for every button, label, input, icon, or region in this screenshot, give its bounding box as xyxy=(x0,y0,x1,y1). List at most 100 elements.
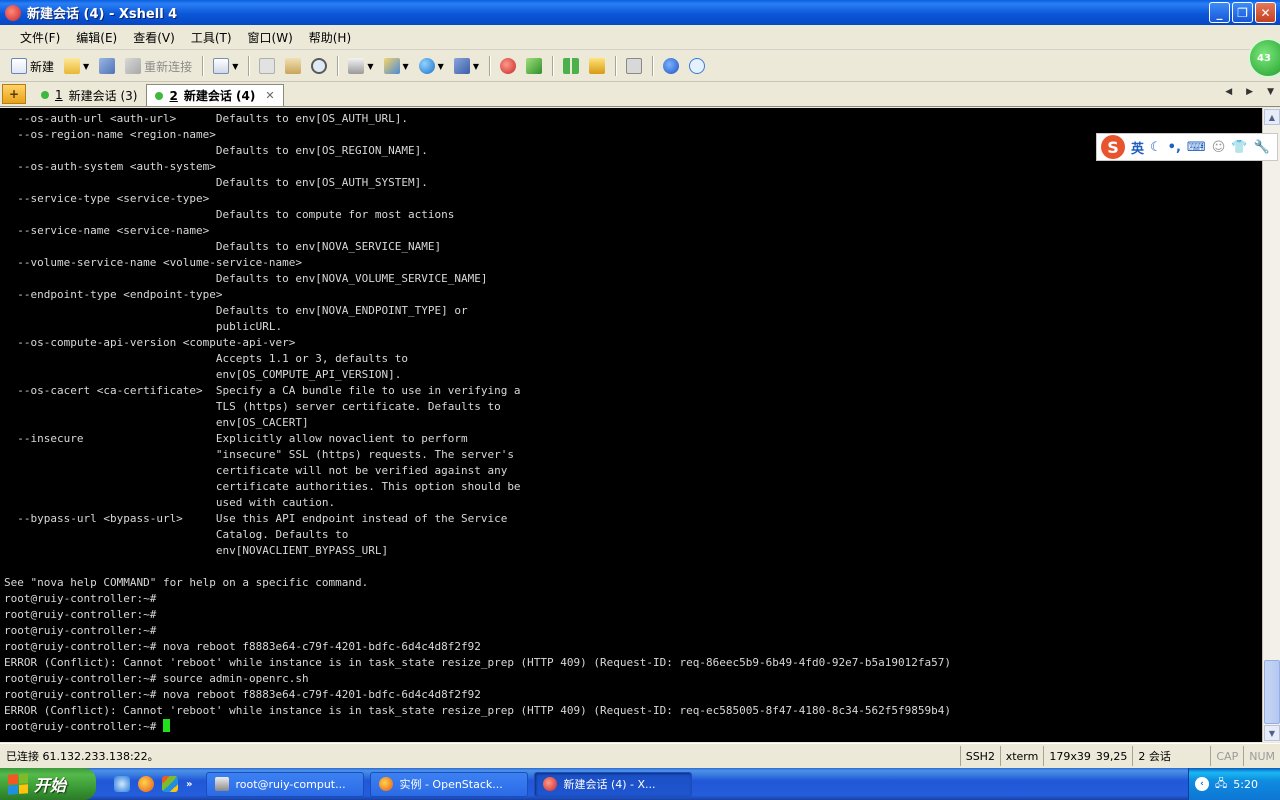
print-button[interactable]: ▼ xyxy=(345,54,376,78)
terminal-line: ERROR (Conflict): Cannot 'reboot' while … xyxy=(4,704,952,717)
new-session-button[interactable]: 新建 xyxy=(8,54,57,78)
tab-number: 2 xyxy=(169,88,178,103)
menu-edit[interactable]: 编辑(E) xyxy=(68,29,125,46)
network-tray-icon[interactable]: 🖧 xyxy=(1215,775,1227,794)
chevron-down-icon: ▼ xyxy=(367,61,374,71)
wrench-icon[interactable]: 🔧 xyxy=(1253,140,1269,155)
xshell-app-icon[interactable] xyxy=(5,4,21,21)
network-badge[interactable]: 43 xyxy=(1248,38,1280,78)
firefox-icon[interactable] xyxy=(138,776,154,792)
menu-view[interactable]: 查看(V) xyxy=(125,29,183,46)
status-bar: 已连接 61.132.233.138:22。 SSH2 xterm 179x39… xyxy=(0,743,1280,768)
terminal-line: --service-type <service-type> xyxy=(4,192,210,205)
start-button[interactable]: 开始 xyxy=(0,768,96,800)
find-button[interactable] xyxy=(308,54,330,78)
font-button[interactable]: ▼ xyxy=(451,54,482,78)
windows-media-icon[interactable] xyxy=(162,776,178,792)
terminal-app-icon xyxy=(215,777,230,791)
terminal-output[interactable]: --os-auth-url <auth-url> Defaults to env… xyxy=(0,108,1262,742)
terminal-line: certificate authorities. This option sho… xyxy=(4,480,521,493)
keyboard-button[interactable] xyxy=(623,54,645,78)
quick-launch: » xyxy=(114,776,192,792)
terminal-line: used with caution. xyxy=(4,496,336,509)
task-firefox[interactable]: 实例 - OpenStack... xyxy=(370,771,529,797)
link-icon xyxy=(99,58,116,74)
terminal-line: root@ruiy-controller:~# xyxy=(4,608,157,621)
tab-session-3[interactable]: 1 新建会话 (3) xyxy=(32,84,146,106)
chevron-down-icon: ▼ xyxy=(472,61,479,71)
tab-next-icon[interactable]: ▶ xyxy=(1246,87,1253,97)
tab-session-4[interactable]: 2 新建会话 (4) ✕ xyxy=(146,84,284,106)
search-icon xyxy=(311,58,328,74)
terminal-line: Catalog. Defaults to xyxy=(4,528,349,541)
tab-prev-icon[interactable]: ◀ xyxy=(1225,87,1232,97)
printer-icon xyxy=(348,58,365,74)
restore-button[interactable]: ❐ xyxy=(1232,2,1253,23)
terminal-line: --volume-service-name <volume-service-na… xyxy=(4,256,303,269)
skin-icon[interactable]: 👕 xyxy=(1231,140,1247,155)
terminal-line: "insecure" SSL (https) requests. The ser… xyxy=(4,448,514,461)
scrollbar-thumb[interactable] xyxy=(1264,660,1280,724)
encoding-button[interactable]: ▼ xyxy=(416,54,447,78)
moon-icon[interactable]: ☾ xyxy=(1150,140,1162,155)
menu-window[interactable]: 窗口(W) xyxy=(240,29,301,46)
reconnect-button[interactable]: 重新连接 xyxy=(122,54,195,78)
terminal-line: See "nova help COMMAND" for help on a sp… xyxy=(4,576,369,589)
sogou-logo-icon[interactable]: S xyxy=(1101,135,1125,159)
toolbar-separator xyxy=(614,56,616,76)
title-bar[interactable]: 新建会话 (4) - Xshell 4 _ ❐ ✕ xyxy=(0,0,1280,25)
menu-help[interactable]: 帮助(H) xyxy=(301,29,359,46)
xftp-button[interactable] xyxy=(497,54,519,78)
scroll-up-icon[interactable]: ▲ xyxy=(1264,109,1280,125)
paste-icon xyxy=(285,58,302,74)
clock[interactable]: 5:20 xyxy=(1233,778,1258,791)
properties-button[interactable]: ▼ xyxy=(210,54,241,78)
chevron-left-icon[interactable]: ‹ xyxy=(1195,777,1209,791)
terminal-prompt-line: root@ruiy-controller:~# xyxy=(4,719,1262,735)
paste-button[interactable] xyxy=(282,54,304,78)
tab-close-icon[interactable]: ✕ xyxy=(265,89,274,102)
layout-button[interactable] xyxy=(560,54,582,78)
chat-button[interactable] xyxy=(686,54,708,78)
terminal-scrollbar[interactable]: ▲ ▼ xyxy=(1262,108,1280,742)
terminal-cursor xyxy=(162,719,170,732)
terminal-line: env[OS_CACERT] xyxy=(4,416,309,429)
copy-button[interactable] xyxy=(256,54,278,78)
connected-status-icon xyxy=(155,91,164,100)
transfer-button[interactable]: ▼ xyxy=(381,54,412,78)
terminal-line: Accepts 1.1 or 3, defaults to xyxy=(4,352,408,365)
connect-button[interactable] xyxy=(96,54,118,78)
help-button[interactable] xyxy=(660,54,682,78)
ime-toolbar[interactable]: S 英 ☾ •, ⌨ ☺ 👕 🔧 xyxy=(1096,133,1278,161)
tab-navigation: ◀ ▶ ▼ xyxy=(1225,87,1274,97)
keyboard-icon[interactable]: ⌨ xyxy=(1187,140,1206,155)
close-button[interactable]: ✕ xyxy=(1255,2,1276,23)
open-button[interactable]: ▼ xyxy=(61,54,92,78)
terminal-line: Defaults to compute for most actions xyxy=(4,208,455,221)
scroll-down-icon[interactable]: ▼ xyxy=(1264,725,1280,741)
task-putty[interactable]: root@ruiy-comput... xyxy=(206,771,365,797)
punctuation-icon[interactable]: •, xyxy=(1168,140,1181,155)
toolbar-separator xyxy=(488,56,490,76)
folder-open-icon xyxy=(64,58,81,74)
terminal-line: TLS (https) server certificate. Defaults… xyxy=(4,400,501,413)
tab-list-icon[interactable]: ▼ xyxy=(1267,87,1274,97)
user-icon[interactable]: ☺ xyxy=(1212,140,1226,155)
task-xshell[interactable]: 新建会话 (4) - X... xyxy=(534,771,693,797)
protocol: SSH2 xyxy=(959,746,1000,766)
window-controls: _ ❐ ✕ xyxy=(1209,2,1276,23)
tunnel-button[interactable] xyxy=(523,54,545,78)
chevron-right-icon[interactable]: » xyxy=(186,779,192,790)
font-icon xyxy=(453,58,470,74)
minimize-button[interactable]: _ xyxy=(1209,2,1230,23)
menu-file[interactable]: 文件(F) xyxy=(12,29,68,46)
tab-number: 1 xyxy=(55,88,63,102)
terminal-line: root@ruiy-controller:~# nova reboot f888… xyxy=(4,640,481,653)
ie-icon[interactable] xyxy=(114,776,130,792)
ime-mode[interactable]: 英 xyxy=(1131,138,1144,157)
cursor-position: 39,25 xyxy=(1095,749,1128,763)
lock-button[interactable] xyxy=(586,54,608,78)
add-tab-button[interactable]: + xyxy=(2,84,26,104)
terminal-line: root@ruiy-controller:~# source admin-ope… xyxy=(4,672,309,685)
menu-tools[interactable]: 工具(T) xyxy=(183,29,240,46)
